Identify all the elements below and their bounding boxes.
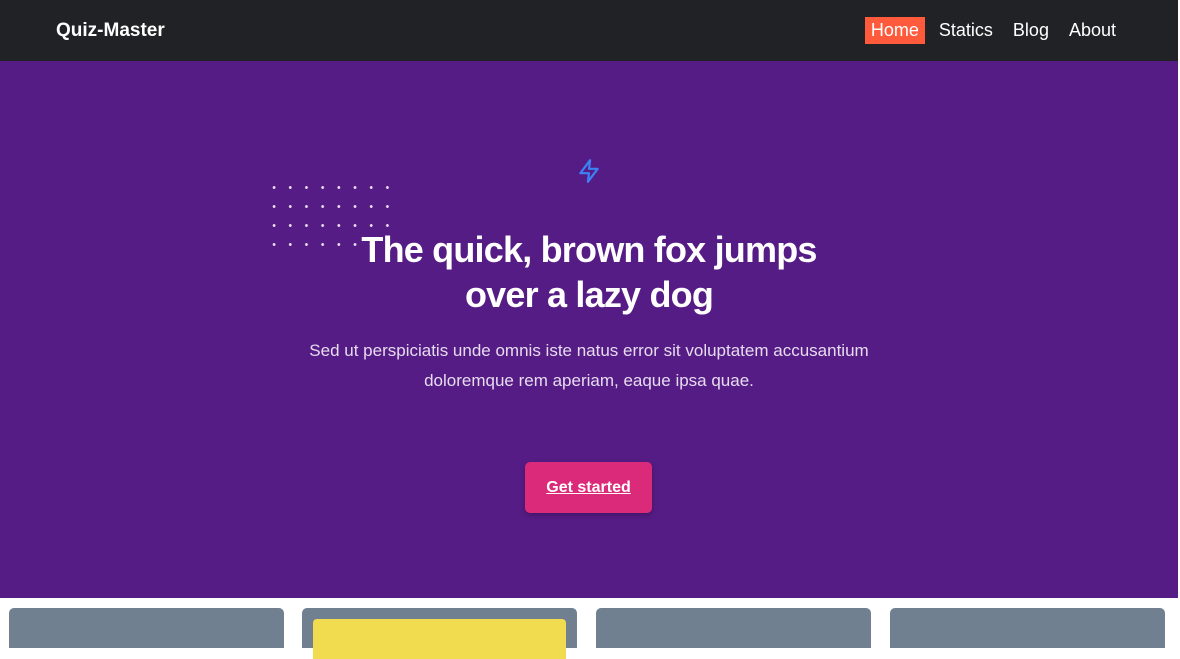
hero-subtitle-line-2: doloremque rem aperiam, eaque ipsa quae. (424, 371, 754, 390)
hero-subtitle: Sed ut perspiciatis unde omnis iste natu… (288, 336, 890, 396)
hero-subtitle-line-1: Sed ut perspiciatis unde omnis iste natu… (309, 341, 869, 360)
get-started-button[interactable]: Get started (525, 462, 652, 513)
nav-link-home[interactable]: Home (864, 17, 925, 44)
lightning-bolt-icon (579, 159, 599, 183)
nav-link-blog[interactable]: Blog (1007, 17, 1055, 44)
card[interactable] (890, 608, 1165, 648)
hero-section: The quick, brown fox jumps over a lazy d… (0, 61, 1178, 598)
top-navbar: Quiz-Master Home Statics Blog About (0, 0, 1178, 61)
card[interactable] (302, 608, 577, 659)
card[interactable] (9, 608, 284, 648)
nav-link-statics[interactable]: Statics (933, 17, 999, 44)
hero-title: The quick, brown fox jumps over a lazy d… (0, 227, 1178, 317)
nav-link-about[interactable]: About (1063, 17, 1122, 44)
cards-section (0, 598, 1180, 659)
hero-title-line-2: over a lazy dog (464, 274, 714, 315)
brand-logo-link[interactable]: Quiz-Master (56, 19, 165, 43)
card[interactable] (596, 608, 871, 648)
hero-title-line-1: The quick, brown fox jumps (361, 229, 817, 270)
nav-links: Home Statics Blog About (864, 17, 1122, 44)
card-image (313, 619, 566, 659)
